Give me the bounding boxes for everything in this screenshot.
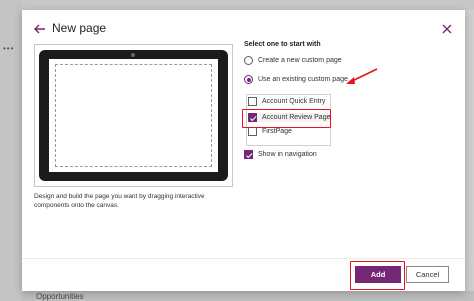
page-item-account-review[interactable]: Account Review Page	[248, 113, 331, 122]
more-icon: •••	[3, 44, 15, 53]
checkbox[interactable]	[248, 127, 257, 136]
start-options-label: Select one to start with	[244, 41, 321, 48]
tablet-screen	[49, 59, 218, 172]
show-in-navigation[interactable]: Show in navigation	[244, 150, 317, 159]
back-button[interactable]	[32, 21, 48, 37]
option-label: Create a new custom page	[258, 57, 342, 64]
page-item-firstpage[interactable]: FirstPage	[248, 127, 292, 136]
option-create-new[interactable]: Create a new custom page	[244, 56, 342, 65]
new-page-dialog: New page Design and build the page you w…	[22, 10, 465, 291]
back-arrow-icon	[34, 24, 45, 34]
background-nav-item: Opportunities	[36, 292, 84, 301]
canvas-placeholder	[55, 64, 212, 167]
dialog-title: New page	[52, 21, 107, 35]
camera-dot	[131, 53, 135, 57]
page-preview	[34, 44, 233, 187]
cancel-button[interactable]: Cancel	[406, 266, 449, 283]
radio-button-selected[interactable]	[244, 75, 253, 84]
background-app-sidebar: •••	[0, 0, 22, 301]
page-item-account-quick-entry[interactable]: Account Quick Entry	[248, 97, 325, 106]
page-item-label: Account Quick Entry	[262, 98, 326, 105]
checkbox[interactable]	[248, 97, 257, 106]
tablet-illustration	[39, 50, 228, 181]
background-app-footer	[22, 291, 474, 301]
checkbox-checked[interactable]	[244, 150, 253, 159]
page-item-label: Account Review Page	[262, 114, 331, 121]
close-icon	[442, 24, 452, 34]
close-button[interactable]	[440, 22, 454, 36]
page-item-label: FirstPage	[262, 128, 292, 135]
dialog-description: Design and build the page you want by dr…	[34, 193, 205, 209]
radio-button[interactable]	[244, 56, 253, 65]
background-app-header	[0, 0, 474, 10]
option-use-existing[interactable]: Use an existing custom page	[244, 75, 348, 84]
show-in-navigation-label: Show in navigation	[258, 151, 317, 158]
add-button[interactable]: Add	[355, 266, 401, 283]
checkbox-checked[interactable]	[248, 113, 257, 122]
option-label: Use an existing custom page	[258, 76, 348, 83]
footer-divider	[22, 258, 465, 259]
